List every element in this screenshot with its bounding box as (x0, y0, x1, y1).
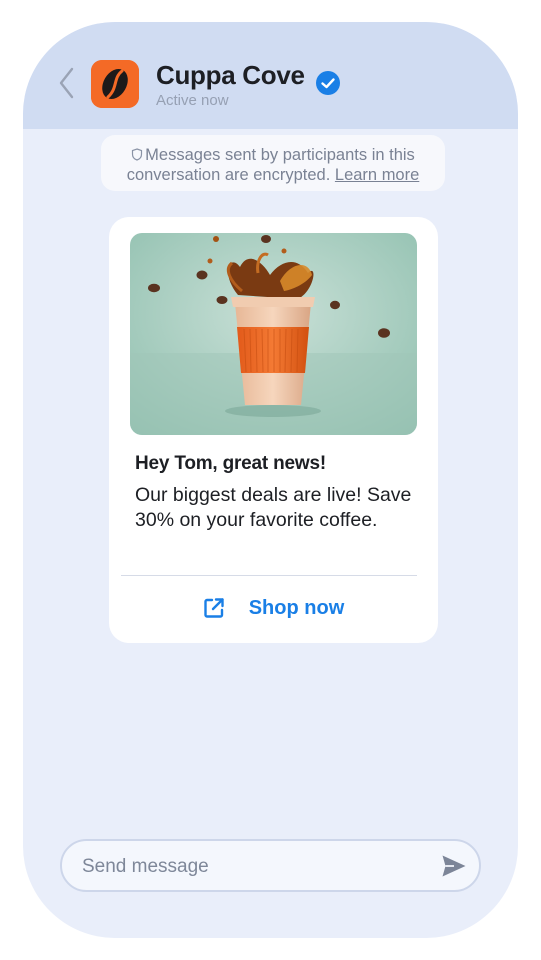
divider (121, 575, 417, 576)
avatar[interactable] (91, 60, 139, 108)
verified-check-icon (316, 71, 340, 95)
phone-screen: Cuppa Cove Active now Messages sent by p… (23, 22, 518, 938)
shop-now-label: Shop now (248, 596, 345, 619)
conversation-header: Cuppa Cove Active now (23, 22, 518, 129)
learn-more-link[interactable]: Learn more (335, 166, 419, 184)
send-message-input[interactable] (80, 853, 424, 881)
external-link-icon (204, 598, 224, 618)
coffee-cup-splash-image (130, 233, 417, 435)
message-body: Our biggest deals are live! Save 30% on … (135, 484, 412, 531)
page-title: Cuppa Cove (156, 60, 305, 90)
message-composer (60, 839, 481, 892)
send-icon[interactable] (441, 854, 467, 878)
shield-icon (132, 148, 143, 161)
presence-status: Active now (156, 92, 229, 109)
shop-now-button[interactable]: Shop now (109, 581, 438, 635)
coffee-bean-icon (91, 60, 139, 108)
rich-message-card: Hey Tom, great news! Our biggest deals a… (109, 217, 438, 643)
encryption-notice: Messages sent by participants in this co… (101, 135, 445, 191)
message-title: Hey Tom, great news! (135, 453, 326, 474)
chevron-left-icon[interactable] (56, 66, 78, 100)
